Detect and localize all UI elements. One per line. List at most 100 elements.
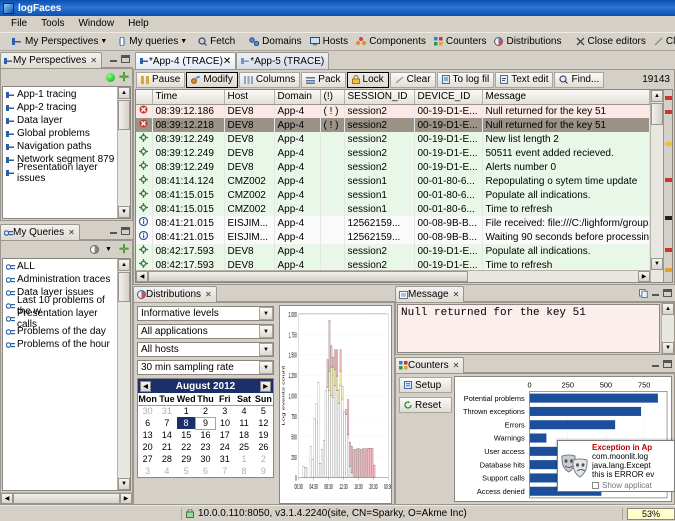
tab-distributions[interactable]: Distributions ✕ xyxy=(133,286,217,302)
calendar-prev-icon[interactable]: ◀ xyxy=(140,381,151,392)
perspectives-tree[interactable]: App-1 tracing App-2 tracing Data layer G… xyxy=(2,86,131,219)
col-message[interactable]: Message xyxy=(482,90,650,104)
close-icon[interactable]: ✕ xyxy=(90,56,97,65)
toolbar-components[interactable]: Components xyxy=(352,33,430,50)
perspective-item[interactable]: Data layer xyxy=(4,114,116,127)
menu-item-window[interactable]: Window xyxy=(71,17,121,30)
queries-horizontal-scrollbar[interactable]: ◀ ▶ xyxy=(1,492,132,504)
scroll-down-icon[interactable]: ▼ xyxy=(118,478,130,490)
pack-button[interactable]: Pack xyxy=(301,72,345,88)
scroll-down-icon[interactable]: ▼ xyxy=(651,258,663,270)
tab-message[interactable]: Message ✕ xyxy=(395,286,464,302)
calendar-day[interactable]: 2 xyxy=(254,453,273,465)
calendar-day[interactable]: 10 xyxy=(215,417,234,429)
chevron-down-icon[interactable]: ▼ xyxy=(259,307,273,320)
calendar-day[interactable]: 18 xyxy=(234,429,253,441)
text-editor-button[interactable]: Text edit xyxy=(495,72,553,88)
table-row[interactable]: 08:39:12.249 DEV8 App-4 session2 00-19-D… xyxy=(136,160,650,174)
toolbar-fetch[interactable]: Fetch xyxy=(194,33,239,50)
level-filter-combo[interactable]: Informative levels ▼ xyxy=(137,306,274,321)
col-device-id[interactable]: DEVICE_ID xyxy=(414,90,482,104)
toolbar-my-queries[interactable]: My queries ▼ xyxy=(114,33,194,50)
scroll-left-icon[interactable]: ◀ xyxy=(1,493,13,504)
calendar-day[interactable]: 5 xyxy=(254,405,273,417)
calendar-day[interactable]: 14 xyxy=(157,429,176,441)
calendar-day[interactable]: 27 xyxy=(138,453,157,465)
calendar-day[interactable]: 15 xyxy=(177,429,196,441)
calendar-day[interactable]: 25 xyxy=(234,441,253,453)
scrollbar-thumb[interactable] xyxy=(118,100,130,130)
close-icon[interactable]: ✕ xyxy=(205,290,212,299)
table-row[interactable]: 08:39:12.249 DEV8 App-4 session2 00-19-D… xyxy=(136,146,650,160)
calendar-day[interactable]: 7 xyxy=(215,465,234,477)
calendar[interactable]: ◀ August 2012 ▶ Mon Tue Wed Thu xyxy=(137,378,274,478)
calendar-day[interactable]: 22 xyxy=(177,441,196,453)
perspectives-vertical-scrollbar[interactable]: ▲ ▼ xyxy=(117,87,130,218)
lock-button[interactable]: Lock xyxy=(347,72,389,88)
query-item[interactable]: Problems of the hour xyxy=(4,338,116,351)
perspective-item[interactable]: App-1 tracing xyxy=(4,88,116,101)
perspective-item[interactable]: App-2 tracing xyxy=(4,101,116,114)
toolbar-clear-perspectives[interactable]: Clear perspectives xyxy=(650,33,675,50)
close-icon[interactable]: ✕ xyxy=(223,56,231,67)
query-item[interactable]: Presentation layer calls xyxy=(4,312,116,325)
editor-tab-app4[interactable]: *App-4 (TRACE) ✕ xyxy=(135,52,236,69)
calendar-next-icon[interactable]: ▶ xyxy=(260,381,271,392)
toolbar-close-editors[interactable]: Close editors xyxy=(572,33,650,50)
table-row[interactable]: 08:42:17.593 DEV8 App-4 session2 00-19-D… xyxy=(136,258,650,270)
maximize-icon[interactable] xyxy=(663,289,672,297)
log-overview-ruler[interactable] xyxy=(663,90,672,282)
application-filter-combo[interactable]: All applications ▼ xyxy=(137,324,274,339)
calendar-day[interactable]: 6 xyxy=(138,417,157,429)
calendar-day[interactable]: 7 xyxy=(157,417,176,429)
scrollbar-thumb[interactable] xyxy=(118,272,130,302)
calendar-day[interactable]: 1 xyxy=(234,453,253,465)
scroll-up-icon[interactable]: ▲ xyxy=(118,259,130,271)
perspective-item[interactable]: Presentation layer issues xyxy=(4,166,116,179)
distributions-histogram[interactable]: 02505007501,0001,2501,5001,7502,00000:30… xyxy=(279,305,392,504)
tab-counters[interactable]: Counters ✕ xyxy=(395,357,464,373)
scroll-right-icon[interactable]: ▶ xyxy=(638,271,650,282)
maximize-icon[interactable] xyxy=(121,227,130,235)
scroll-right-icon[interactable]: ▶ xyxy=(120,493,132,504)
calendar-day[interactable]: 12 xyxy=(254,417,273,429)
sampling-rate-filter-combo[interactable]: 30 min sampling rate ▼ xyxy=(137,360,274,375)
clear-button[interactable]: Clear xyxy=(390,72,436,88)
scroll-up-icon[interactable]: ▲ xyxy=(651,90,663,102)
close-icon[interactable]: ✕ xyxy=(68,228,75,237)
table-row[interactable]: 08:42:17.593 DEV8 App-4 session2 00-19-D… xyxy=(136,244,650,258)
chevron-down-icon[interactable]: ▼ xyxy=(180,38,187,45)
toolbar-my-perspectives[interactable]: My Perspectives ▼ xyxy=(8,33,114,50)
col-icon[interactable] xyxy=(136,90,152,104)
query-item[interactable]: ALL xyxy=(4,260,116,273)
tab-my-perspectives[interactable]: My Perspectives ✕ xyxy=(0,52,102,68)
calendar-day[interactable]: 3 xyxy=(138,465,157,477)
table-row[interactable]: 08:41:15.015 CMZ002 App-4 session1 00-01… xyxy=(136,188,650,202)
table-row[interactable]: 08:39:12.249 DEV8 App-4 session2 00-19-D… xyxy=(136,132,650,146)
pause-button[interactable]: Pause xyxy=(136,72,185,88)
setup-button[interactable]: Setup xyxy=(399,377,452,393)
minimize-icon[interactable] xyxy=(109,55,118,63)
menu-item-tools[interactable]: Tools xyxy=(34,17,71,30)
calendar-day[interactable]: 24 xyxy=(215,441,234,453)
message-vertical-scrollbar[interactable]: ▲ ▼ xyxy=(661,303,674,354)
calendar-day[interactable]: 19 xyxy=(254,429,273,441)
close-icon[interactable]: ✕ xyxy=(453,361,460,370)
queries-tree[interactable]: ALL Administration traces Data layer iss… xyxy=(2,258,131,491)
message-text[interactable]: Null returned for the key 51 xyxy=(397,304,660,353)
calendar-day[interactable]: 29 xyxy=(177,453,196,465)
col-host[interactable]: Host xyxy=(224,90,274,104)
queries-vertical-scrollbar[interactable]: ▲ ▼ xyxy=(117,259,130,490)
col-domain[interactable]: Domain xyxy=(274,90,320,104)
calendar-day[interactable]: 26 xyxy=(254,441,273,453)
log-table-container[interactable]: Time Host Domain (!) SESSION_ID DEVICE_I… xyxy=(135,89,673,283)
calendar-day[interactable]: 9 xyxy=(254,465,273,477)
chevron-down-icon[interactable]: ▼ xyxy=(259,361,273,374)
scrollbar-thumb[interactable] xyxy=(148,271,468,282)
table-row[interactable]: 08:41:21.015 EISJIM... App-4 12562159...… xyxy=(136,230,650,244)
table-row[interactable]: 08:41:15.015 CMZ002 App-4 session1 00-01… xyxy=(136,202,650,216)
calendar-day[interactable]: 3 xyxy=(215,405,234,417)
calendar-day[interactable]: 6 xyxy=(196,465,215,477)
table-row[interactable]: 08:41:14.124 CMZ002 App-4 session1 00-01… xyxy=(136,174,650,188)
scrollbar-thumb[interactable] xyxy=(651,103,663,125)
